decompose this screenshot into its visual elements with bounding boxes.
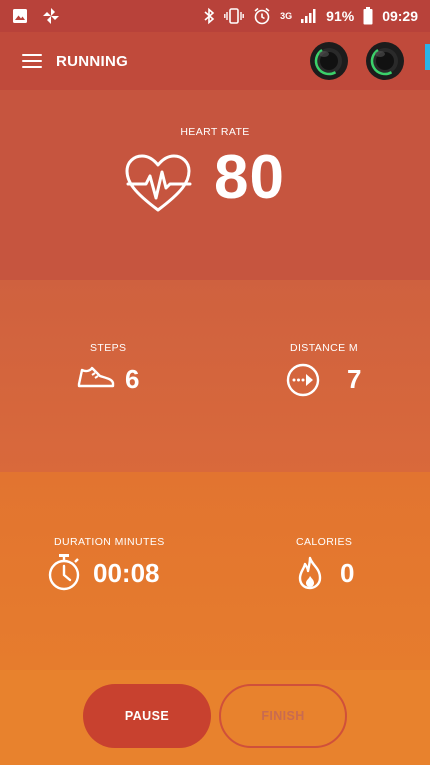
earbuds-status[interactable] <box>308 40 406 82</box>
duration-label: DURATION MINUTES <box>54 536 165 548</box>
battery-percent: 91% <box>326 8 355 24</box>
pinwheel-icon <box>43 8 59 24</box>
distance-label: DISTANCE M <box>290 342 358 354</box>
vibrate-icon <box>224 8 245 24</box>
right-earbud-icon[interactable] <box>364 40 406 82</box>
alarm-icon <box>254 7 270 25</box>
distance-value: 7 <box>347 364 362 394</box>
flame-icon <box>298 556 322 590</box>
clock: 09:29 <box>382 8 418 24</box>
heart-rate-value: 80 <box>214 143 285 212</box>
left-earbud-icon[interactable] <box>308 40 350 82</box>
status-bar: 3G 91% 09:29 <box>0 0 430 32</box>
calories-label: CALORIES <box>296 536 353 548</box>
duration-value: 00:08 <box>93 558 160 588</box>
gallery-icon <box>13 9 27 23</box>
heart-rate-icon <box>125 154 192 212</box>
running-screen: 3G 91% 09:29 RUNNING HEART RATE 80 STEPS… <box>0 0 430 765</box>
stopwatch-icon <box>48 554 80 591</box>
page-title: RUNNING <box>56 52 129 70</box>
pause-button[interactable]: PAUSE <box>83 684 211 748</box>
finish-button[interactable]: FINISH <box>219 684 347 748</box>
steps-value: 6 <box>125 364 140 394</box>
steps-label: STEPS <box>90 342 127 354</box>
signal-icon <box>301 9 316 23</box>
heart-rate-label: HEART RATE <box>180 126 250 138</box>
heart-rate-panel: HEART RATE 80 <box>0 90 430 280</box>
shoe-icon <box>77 366 115 388</box>
menu-icon[interactable] <box>22 54 42 68</box>
steps-distance-panel: STEPS 6 DISTANCE M 7 <box>0 280 430 472</box>
duration-calories-panel: DURATION MINUTES 00:08 CALORIES 0 <box>0 472 430 670</box>
app-bar: RUNNING <box>0 32 430 90</box>
bluetooth-icon <box>204 7 215 25</box>
action-bar: PAUSE FINISH <box>0 670 430 765</box>
network-type: 3G <box>280 11 293 21</box>
edge-handle[interactable] <box>425 44 430 70</box>
battery-icon <box>363 7 373 25</box>
distance-icon <box>286 363 320 397</box>
calories-value: 0 <box>340 558 355 588</box>
